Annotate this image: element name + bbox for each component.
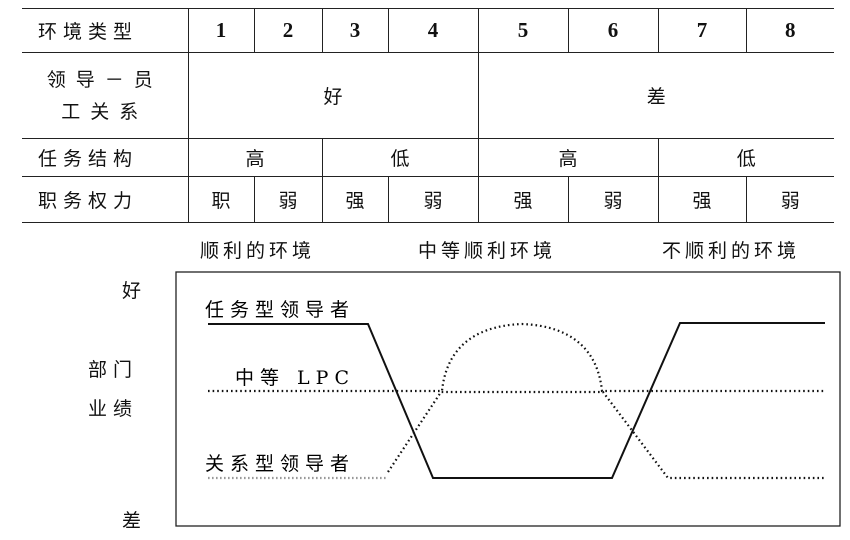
relation-leader-curve [387,390,825,480]
task-leader-label: 任务型领导者 [205,299,355,321]
mid-lpc-label: 中等 LPC [235,367,355,389]
relation-leader-label: 关系型领导者 [205,453,355,475]
performance-chart: 任务型领导者 中等 LPC 关系型领导者 [175,271,841,527]
